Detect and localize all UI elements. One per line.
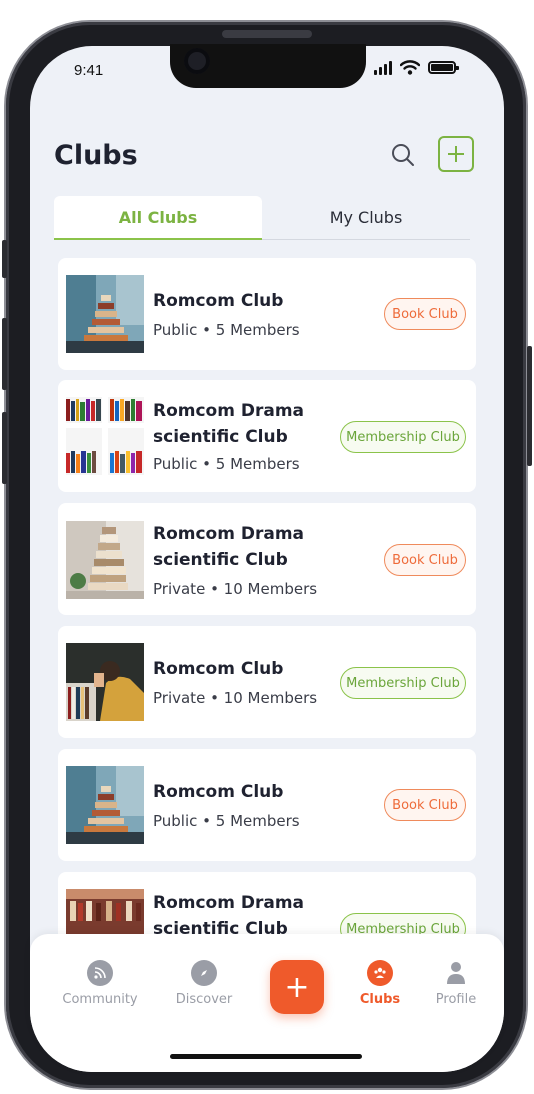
club-meta: Private • 10 Members — [153, 689, 318, 707]
create-button[interactable]: + — [270, 960, 324, 1014]
book-stack-icon — [66, 766, 144, 844]
clubs-icon — [367, 960, 393, 986]
mute-switch — [2, 240, 7, 278]
club-type-badge[interactable]: Membership Club — [340, 421, 466, 453]
club-title: Romcom Drama — [153, 524, 305, 544]
wifi-icon — [400, 60, 420, 75]
search-icon — [392, 144, 414, 166]
power-button — [527, 346, 532, 466]
reading-person-icon — [66, 643, 144, 721]
club-meta: Private • 10 Members — [153, 580, 318, 598]
nav-label: Clubs — [359, 992, 401, 1007]
club-meta: Public • 5 Members — [153, 455, 300, 473]
club-title: Romcom Drama — [153, 401, 305, 421]
club-meta: Public • 5 Members — [153, 321, 300, 339]
bookshelf-icon — [66, 397, 144, 475]
rss-icon — [87, 960, 113, 986]
add-club-button[interactable] — [438, 136, 474, 172]
club-card[interactable]: Romcom Club Public • 5 Members Book Club — [58, 749, 476, 861]
compass-icon — [191, 960, 217, 986]
club-title-line2: scientific Club — [153, 550, 288, 570]
plus-icon — [448, 146, 464, 162]
club-title: Romcom Club — [153, 782, 284, 802]
nav-label: Profile — [435, 992, 477, 1007]
club-title: Romcom Club — [153, 291, 284, 311]
club-card[interactable]: Romcom Drama scientific Club Public • 5 … — [58, 380, 476, 492]
book-stack-icon — [66, 521, 144, 599]
tab-all-clubs[interactable]: All Clubs — [54, 196, 262, 240]
search-button[interactable] — [388, 140, 418, 170]
volume-down-button — [2, 412, 7, 484]
nav-label: Discover — [175, 992, 233, 1007]
club-title: Romcom Club — [153, 659, 284, 679]
tab-my-clubs[interactable]: My Clubs — [262, 196, 470, 240]
bottom-nav: Community Discover + Clubs Profile — [30, 934, 504, 1072]
club-type-badge[interactable]: Book Club — [384, 789, 466, 821]
nav-label: Community — [62, 992, 138, 1007]
nav-discover[interactable]: Discover — [164, 956, 244, 1007]
nav-community[interactable]: Community — [60, 956, 140, 1007]
home-indicator — [170, 1054, 362, 1059]
club-title-line2: scientific Club — [153, 427, 288, 447]
club-meta: Public • 5 Members — [153, 812, 300, 830]
battery-icon — [428, 61, 459, 74]
nav-clubs[interactable]: Clubs — [340, 956, 420, 1007]
person-icon — [443, 960, 469, 986]
club-type-badge[interactable]: Book Club — [384, 544, 466, 576]
club-type-badge[interactable]: Book Club — [384, 298, 466, 330]
nav-profile[interactable]: Profile — [416, 956, 496, 1007]
club-tabs: All Clubs My Clubs — [54, 196, 470, 240]
book-stack-icon — [66, 275, 144, 353]
club-type-badge[interactable]: Membership Club — [340, 667, 466, 699]
speaker — [222, 30, 312, 38]
club-title: Romcom Drama — [153, 893, 305, 913]
cellular-signal-icon — [374, 60, 392, 75]
volume-up-button — [2, 318, 7, 390]
page-title: Clubs — [54, 140, 138, 171]
club-card[interactable]: Romcom Drama scientific Club Private • 1… — [58, 503, 476, 615]
front-camera — [184, 48, 210, 74]
club-card[interactable]: Romcom Club Public • 5 Members Book Club — [58, 258, 476, 370]
status-time: 9:41 — [74, 62, 104, 79]
status-icons — [374, 60, 459, 75]
club-card[interactable]: Romcom Club Private • 10 Members Members… — [58, 626, 476, 738]
